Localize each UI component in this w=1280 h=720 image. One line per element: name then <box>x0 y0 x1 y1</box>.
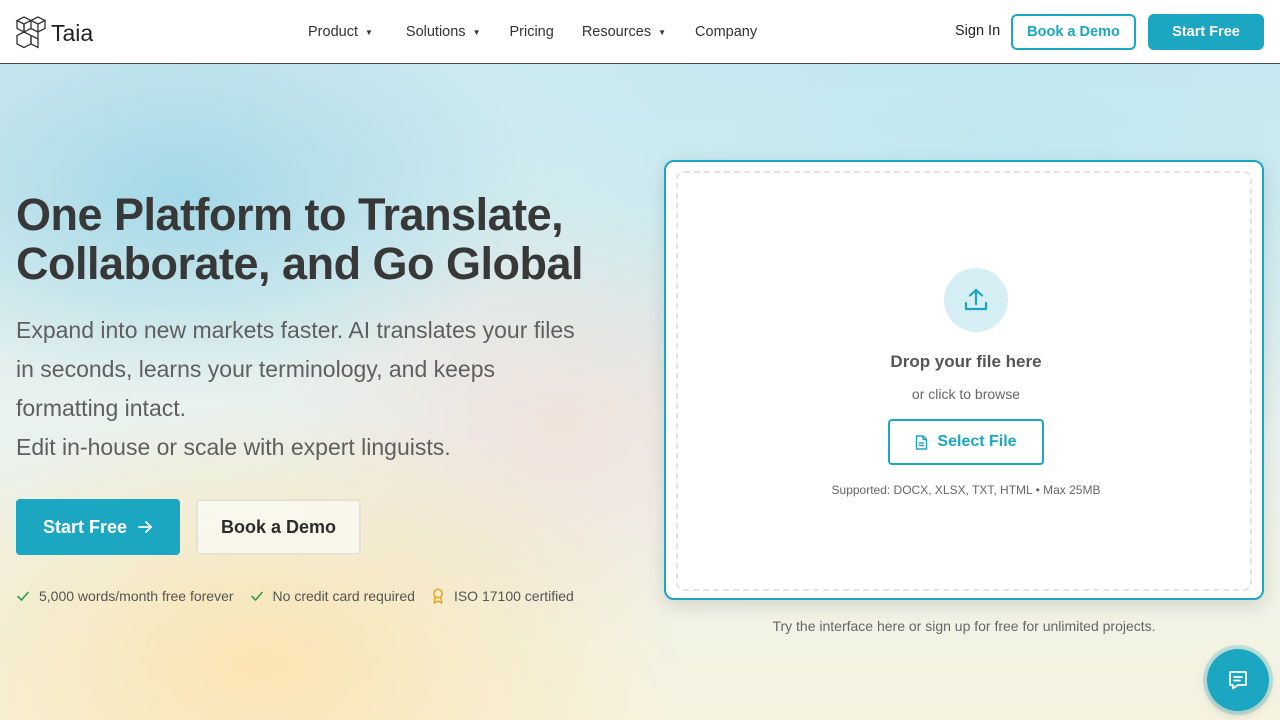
hero-subtitle-line: Edit in-house or scale with expert lingu… <box>16 434 451 460</box>
hero-subtitle: Expand into new markets faster. AI trans… <box>16 311 636 467</box>
sign-in-link[interactable]: Sign In <box>955 23 1000 39</box>
nav-item-label: Company <box>695 24 758 40</box>
caret-down-icon: ▼ <box>472 27 481 37</box>
check-icon <box>250 589 264 603</box>
file-dropzone[interactable]: Drop your file here or click to browse S… <box>676 171 1252 591</box>
arrow-right-icon <box>137 519 153 535</box>
feature-item: ISO 17100 certified <box>431 588 574 604</box>
top-navbar: Taia Product ▼ Solutions ▼ Pricing Resou… <box>0 0 1280 64</box>
nav-item-solutions[interactable]: Solutions ▼ <box>406 24 481 40</box>
feature-list: 5,000 words/month free forever No credit… <box>16 588 590 604</box>
brand-logo[interactable]: Taia <box>15 15 93 49</box>
chat-icon <box>1226 668 1250 692</box>
hero-title-line: Collaborate, and Go Global <box>16 238 584 289</box>
drop-subtitle: or click to browse <box>911 386 1021 402</box>
feature-text: ISO 17100 certified <box>453 588 574 604</box>
book-demo-button[interactable]: Book a Demo <box>196 499 361 555</box>
file-icon <box>915 434 928 450</box>
start-free-nav-button[interactable]: Start Free <box>1148 14 1264 50</box>
nav-item-company[interactable]: Company <box>695 24 757 40</box>
upload-icon <box>944 268 1008 332</box>
nav-item-label: Resources <box>581 24 652 40</box>
select-file-label: Select File <box>937 433 1017 450</box>
chat-button[interactable] <box>1207 649 1269 711</box>
upload-card: Drop your file here or click to browse S… <box>664 160 1264 600</box>
nav-item-resources[interactable]: Resources ▼ <box>582 24 666 40</box>
drop-title: Drop your file here <box>890 352 1042 371</box>
nav-item-label: Product <box>308 24 358 40</box>
feature-item: 5,000 words/month free forever <box>16 588 234 604</box>
hero-subtitle-line: in seconds, learns your terminology, and… <box>16 356 496 382</box>
book-demo-nav-button[interactable]: Book a Demo <box>1011 14 1136 50</box>
start-free-button[interactable]: Start Free <box>16 499 180 555</box>
feature-text: No credit card required <box>272 588 415 604</box>
nav-item-label: Solutions <box>405 24 466 40</box>
nav-item-label: Pricing <box>509 24 554 40</box>
select-file-button[interactable]: Select File <box>888 419 1044 465</box>
logo-cubes-icon <box>15 16 47 49</box>
award-icon <box>431 588 445 604</box>
caret-down-icon: ▼ <box>658 27 667 37</box>
main-menu: Product ▼ Solutions ▼ Pricing Resources … <box>308 0 757 64</box>
start-free-label: Start Free <box>42 516 128 537</box>
nav-item-pricing[interactable]: Pricing <box>509 24 553 40</box>
hero-title: One Platform to Translate, Collaborate, … <box>16 190 656 288</box>
hero-title-line: One Platform to Translate, <box>16 189 564 240</box>
feature-item: No credit card required <box>250 588 415 604</box>
feature-text: 5,000 words/month free forever <box>39 588 234 604</box>
upload-note: Try the interface here or sign up for fr… <box>772 618 1156 634</box>
nav-item-product[interactable]: Product ▼ <box>308 24 373 40</box>
supported-formats: Supported: DOCX, XLSX, TXT, HTML • Max 2… <box>831 483 1101 497</box>
brand-name: Taia <box>51 20 94 46</box>
check-icon <box>16 589 30 603</box>
caret-down-icon: ▼ <box>364 27 373 37</box>
hero-subtitle-line: Expand into new markets faster. AI trans… <box>16 317 575 343</box>
hero-subtitle-line: formatting intact. <box>16 395 187 421</box>
